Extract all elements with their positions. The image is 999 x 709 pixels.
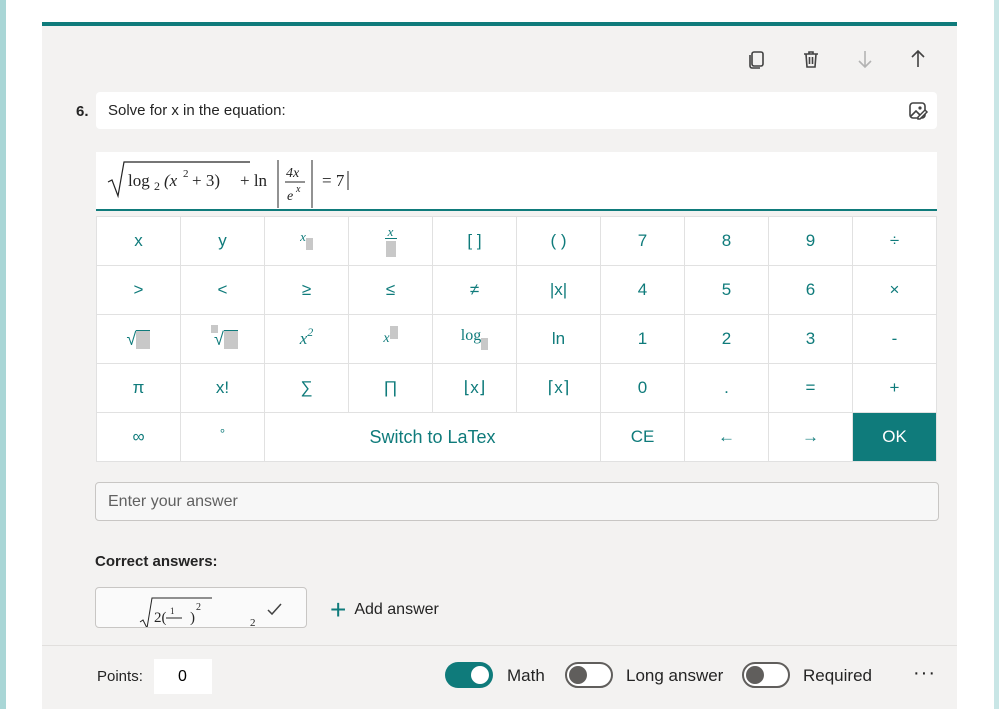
- ok-button[interactable]: OK: [853, 413, 937, 462]
- key-right-arrow[interactable]: →: [769, 413, 853, 462]
- correct-answer-formula: . 2( 1 ) 2 2: [118, 597, 282, 628]
- question-number: 6.: [76, 103, 89, 120]
- eq-frac-den-exp: x: [295, 184, 301, 195]
- key-4[interactable]: 4: [601, 266, 685, 315]
- copy-icon[interactable]: [746, 48, 768, 70]
- svg-text:): ): [190, 610, 195, 626]
- eq-arg: (x: [164, 171, 178, 190]
- svg-text:1: 1: [170, 606, 175, 616]
- key-subscript[interactable]: x: [265, 217, 349, 266]
- key-9[interactable]: 9: [769, 217, 853, 266]
- footer-divider: [42, 645, 957, 646]
- question-text-field[interactable]: Solve for x in the equation:: [96, 92, 937, 129]
- points-input[interactable]: [154, 659, 212, 694]
- key-sum[interactable]: ∑: [265, 364, 349, 413]
- key-greater-than[interactable]: >: [97, 266, 181, 315]
- eq-arg-exp: 2: [183, 168, 189, 180]
- svg-text:2: 2: [250, 617, 256, 628]
- eq-equals: = 7: [322, 171, 345, 190]
- key-degree[interactable]: °: [181, 413, 265, 462]
- required-toggle[interactable]: [742, 662, 790, 688]
- arrow-down-icon[interactable]: [854, 48, 876, 70]
- key-divide[interactable]: ÷: [853, 217, 937, 266]
- key-7[interactable]: 7: [601, 217, 685, 266]
- key-greater-equal[interactable]: ≥: [265, 266, 349, 315]
- required-toggle-label: Required: [803, 666, 872, 685]
- key-pi[interactable]: π: [97, 364, 181, 413]
- key-left-arrow[interactable]: ←: [685, 413, 769, 462]
- key-less-than[interactable]: <: [181, 266, 265, 315]
- key-x[interactable]: x: [97, 217, 181, 266]
- key-absolute[interactable]: |x|: [517, 266, 601, 315]
- svg-text:2: 2: [196, 602, 201, 613]
- key-clear-entry[interactable]: CE: [601, 413, 685, 462]
- arrow-up-icon[interactable]: [907, 48, 929, 70]
- key-square[interactable]: x2: [265, 315, 349, 364]
- key-2[interactable]: 2: [685, 315, 769, 364]
- key-factorial[interactable]: x!: [181, 364, 265, 413]
- math-toggle-label: Math: [507, 666, 545, 685]
- key-multiply[interactable]: ×: [853, 266, 937, 315]
- question-text: Solve for x in the equation:: [108, 102, 286, 119]
- eq-frac-den: e: [287, 189, 293, 204]
- add-answer-button[interactable]: + Add answer: [330, 594, 439, 625]
- key-5[interactable]: 5: [685, 266, 769, 315]
- image-edit-icon[interactable]: [907, 100, 929, 122]
- eq-arg-rest: + 3): [192, 171, 220, 190]
- plus-icon: +: [330, 594, 347, 625]
- key-6[interactable]: 6: [769, 266, 853, 315]
- trash-icon[interactable]: [800, 48, 822, 70]
- key-8[interactable]: 8: [685, 217, 769, 266]
- add-answer-label: Add answer: [354, 601, 439, 618]
- key-ln[interactable]: ln: [517, 315, 601, 364]
- correct-answer-chip[interactable]: . 2( 1 ) 2 2: [95, 587, 307, 628]
- long-answer-toggle[interactable]: [565, 662, 613, 688]
- svg-text:.: .: [118, 621, 122, 628]
- key-floor[interactable]: ⌊x⌋: [433, 364, 517, 413]
- key-product[interactable]: ∏: [349, 364, 433, 413]
- key-ceil[interactable]: ⌈x⌉: [517, 364, 601, 413]
- key-y[interactable]: y: [181, 217, 265, 266]
- eq-frac-num: 4x: [286, 166, 300, 181]
- key-minus[interactable]: -: [853, 315, 937, 364]
- key-parens[interactable]: ( ): [517, 217, 601, 266]
- answer-input[interactable]: [95, 482, 939, 521]
- key-infinity[interactable]: ∞: [97, 413, 181, 462]
- more-options-icon[interactable]: ···: [913, 662, 936, 685]
- key-1[interactable]: 1: [601, 315, 685, 364]
- long-answer-toggle-label: Long answer: [626, 666, 724, 685]
- key-sqrt[interactable]: √: [97, 315, 181, 364]
- key-power[interactable]: x: [349, 315, 433, 364]
- correct-answers-label: Correct answers:: [95, 553, 218, 570]
- key-plus[interactable]: +: [853, 364, 937, 413]
- key-nth-root[interactable]: √: [181, 315, 265, 364]
- svg-text:2(: 2(: [154, 610, 167, 626]
- math-toggle[interactable]: [445, 662, 493, 688]
- key-equals[interactable]: =: [769, 364, 853, 413]
- math-keypad: x y x x [ ] ( ) 7 8 9 ÷ > < ≥ ≤ ≠ |x| 4 …: [96, 216, 937, 462]
- equation-editor[interactable]: log 2 (x 2 + 3) + ln 4x e x = 7: [96, 152, 937, 211]
- switch-to-latex-button[interactable]: Switch to LaTex: [265, 413, 601, 462]
- key-decimal[interactable]: .: [685, 364, 769, 413]
- key-less-equal[interactable]: ≤: [349, 266, 433, 315]
- key-3[interactable]: 3: [769, 315, 853, 364]
- points-label: Points:: [97, 668, 143, 685]
- eq-log: log: [128, 171, 150, 190]
- key-log[interactable]: log: [433, 315, 517, 364]
- eq-plus-ln: + ln: [240, 171, 268, 190]
- checkmark-icon: [267, 603, 282, 616]
- key-fraction[interactable]: x: [349, 217, 433, 266]
- key-brackets[interactable]: [ ]: [433, 217, 517, 266]
- eq-log-base: 2: [154, 179, 160, 193]
- key-0[interactable]: 0: [601, 364, 685, 413]
- key-not-equal[interactable]: ≠: [433, 266, 517, 315]
